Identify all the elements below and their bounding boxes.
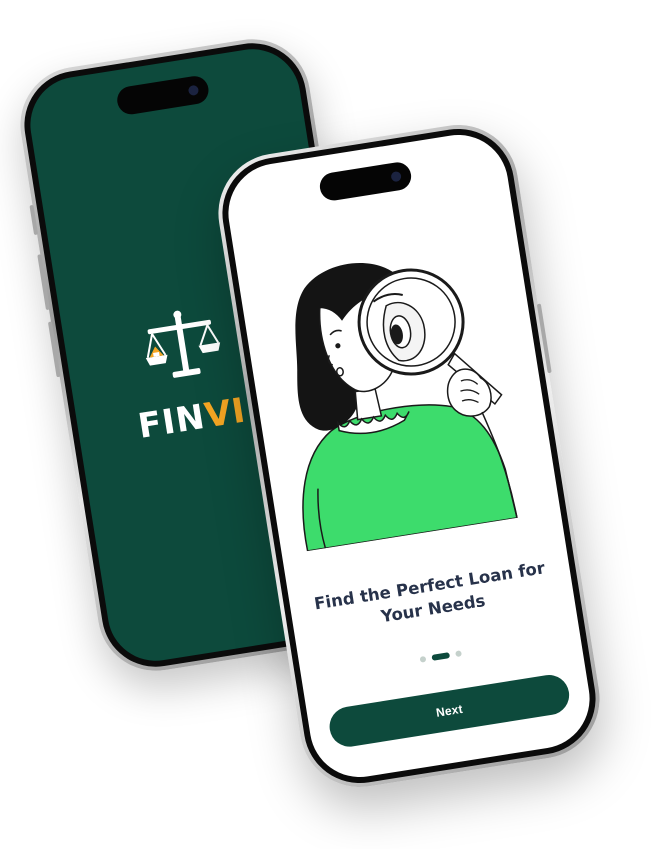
scales-of-justice-icon [145,310,221,378]
next-button[interactable]: Next [326,672,572,750]
phone-front: Find the Perfect Loan for Your Needs Nex… [209,116,609,796]
pagination-dots [301,630,581,682]
pagination-dot-active[interactable] [431,652,451,661]
pagination-dot[interactable] [455,650,462,658]
woman-with-magnifying-glass-illustration [295,263,518,552]
onboarding-screen: Find the Perfect Loan for Your Needs Nex… [221,127,597,785]
camera-icon [390,170,402,183]
mockup-scene: FINVI Find the Perfect Loan for Your Nee… [0,0,657,849]
dynamic-island [115,74,211,117]
camera-icon [187,84,200,97]
logo-wordmark-accent: VI [201,390,249,437]
pagination-dot[interactable] [419,655,427,663]
logo-wordmark-main: FIN [135,396,209,447]
onboarding-title: Find the Perfect Loan for Your Needs [312,558,547,627]
dynamic-island [317,160,414,203]
